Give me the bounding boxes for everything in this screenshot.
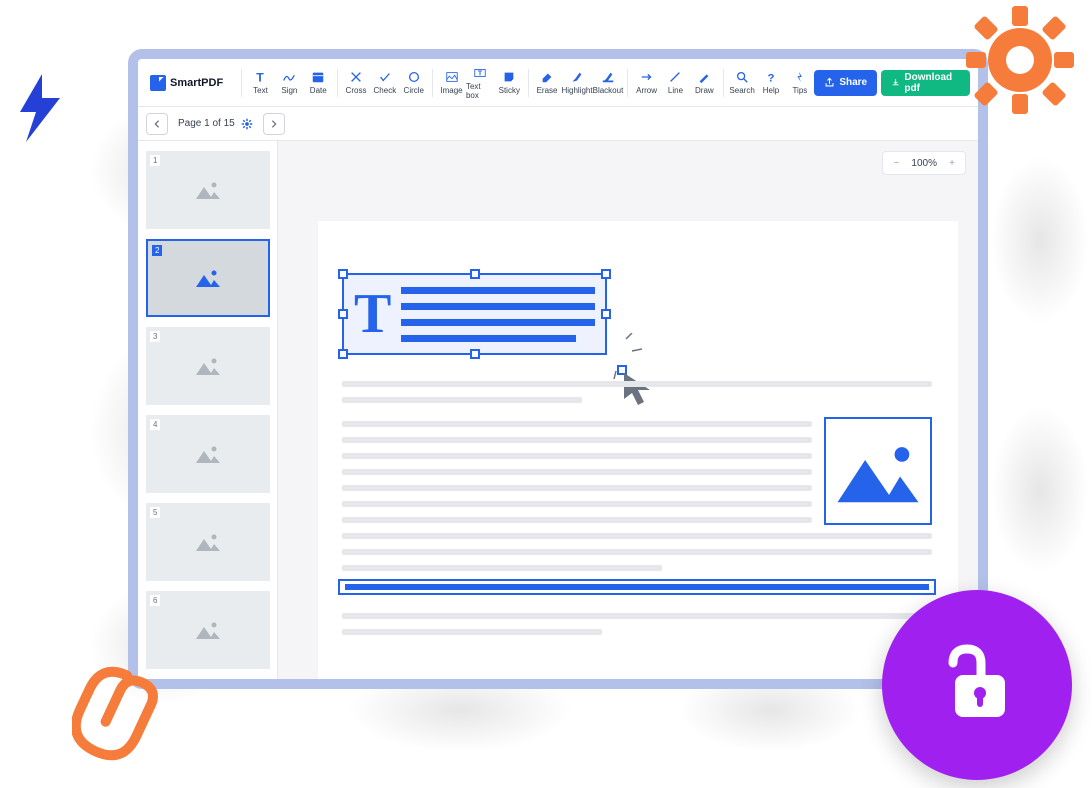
tool-check[interactable]: Check [370,63,399,103]
selected-textbox[interactable]: T [342,273,607,355]
thumbnail-6[interactable]: 6 [146,591,270,669]
share-icon [824,77,835,88]
picture-icon [194,443,222,465]
thumbnail-4[interactable]: 4 [146,415,270,493]
picture-icon [194,179,222,201]
divider [528,69,529,97]
highlighted-line[interactable] [338,579,936,595]
picture-icon [832,433,924,509]
tool-draw[interactable]: Draw [690,63,719,103]
canvas[interactable]: T [278,141,978,679]
chevron-right-icon [269,119,279,129]
util-tips[interactable]: Tips [785,63,814,103]
thumbnail-2[interactable]: 2 [146,239,270,317]
svg-text:?: ? [768,72,775,84]
tool-sign[interactable]: Sign [275,63,304,103]
tool-image[interactable]: Image [437,63,466,103]
share-button[interactable]: Share [814,70,877,96]
tool-arrow[interactable]: Arrow [632,63,661,103]
draw-icon [697,70,711,84]
picture-icon [194,355,222,377]
tool-erase[interactable]: Erase [533,63,562,103]
tool-blackout[interactable]: Blackout [593,63,624,103]
text-glyph: T [354,286,391,342]
thumbnail-5[interactable]: 5 [146,503,270,581]
picture-icon [194,619,222,641]
thumbnail-1[interactable]: 1 [146,151,270,229]
highlight-icon [570,70,584,84]
paperclip-decoration-icon [72,660,172,780]
svg-text:T: T [478,70,483,77]
util-help[interactable]: ? Help [757,63,786,103]
next-page-button[interactable] [263,113,285,135]
bolt-decoration-icon [12,72,68,144]
brand-icon [150,75,166,91]
tool-text[interactable]: T Text [246,63,275,103]
app-frame: SmartPDF T Text Sign Date Cross Check Ci… [128,49,988,689]
search-icon [735,70,749,84]
blackout-icon [601,70,615,84]
tips-icon [793,70,807,84]
tool-circle[interactable]: Circle [399,63,428,103]
thumbnail-3[interactable]: 3 [146,327,270,405]
gear-icon[interactable] [241,118,253,130]
tool-sticky[interactable]: Sticky [495,63,524,103]
text-icon: T [253,70,267,84]
divider [241,69,242,97]
toolbar: SmartPDF T Text Sign Date Cross Check Ci… [138,59,978,107]
document-image-placeholder[interactable] [824,417,932,525]
document-page[interactable]: T [318,221,958,679]
help-icon: ? [764,70,778,84]
tool-textbox[interactable]: T Text box [466,63,495,103]
download-icon [891,77,900,88]
cursor-icon [620,369,660,409]
svg-text:T: T [257,70,265,84]
circle-icon [407,70,421,84]
prev-page-button[interactable] [146,113,168,135]
unlock-icon [927,635,1027,735]
erase-icon [540,70,554,84]
unlock-badge [882,590,1072,780]
sticky-icon [502,70,516,84]
util-search[interactable]: Search [728,63,757,103]
textbox-icon: T [473,66,487,80]
line-icon [668,70,682,84]
brand: SmartPDF [146,75,231,91]
calendar-icon [311,70,325,84]
divider [337,69,338,97]
arrow-icon [640,70,654,84]
brand-name: SmartPDF [170,77,223,89]
subbar: Page 1 of 15 [138,107,978,141]
chevron-left-icon [152,119,162,129]
workspace: 1 2 3 4 5 6 [138,141,978,679]
thumbnail-sidebar: 1 2 3 4 5 6 [138,141,278,679]
page-indicator: Page 1 of 15 [178,118,253,130]
check-icon [378,70,392,84]
image-icon [445,70,459,84]
picture-icon [194,267,222,289]
tool-highlight[interactable]: Highlight [561,63,592,103]
divider [432,69,433,97]
cross-icon [349,70,363,84]
picture-icon [194,531,222,553]
gear-decoration-icon [960,0,1080,120]
tool-date[interactable]: Date [304,63,333,103]
sign-icon [282,70,296,84]
tool-line[interactable]: Line [661,63,690,103]
divider [723,69,724,97]
divider [627,69,628,97]
tool-cross[interactable]: Cross [342,63,371,103]
download-button[interactable]: Download pdf [881,70,970,96]
